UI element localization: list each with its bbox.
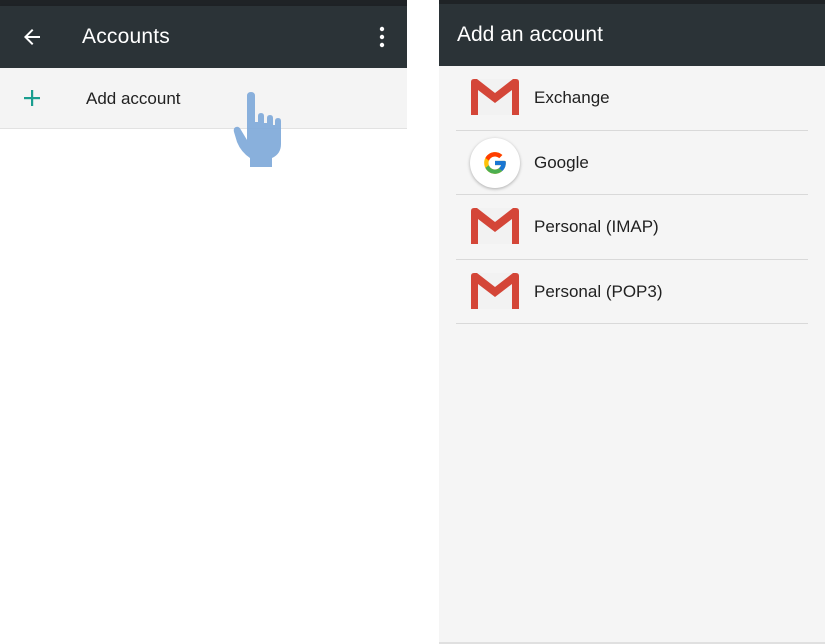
divider-gap [407, 0, 439, 644]
account-option-google[interactable]: Google [456, 131, 808, 195]
gmail-icon [470, 206, 520, 246]
dialog-title: Add an account [457, 23, 603, 46]
more-vert-icon[interactable] [373, 26, 391, 48]
account-option-pop3[interactable]: Personal (POP3) [456, 260, 808, 324]
tap-hand-icon [232, 92, 286, 168]
add-account-label: Add account [86, 89, 181, 108]
account-option-exchange[interactable]: Exchange [456, 66, 808, 131]
app-bar: Accounts [0, 6, 407, 68]
page-title: Accounts [82, 25, 170, 48]
stage: Accounts Add account Add an account Exch… [0, 0, 825, 644]
account-option-imap[interactable]: Personal (IMAP) [456, 195, 808, 260]
account-option-label: Personal (POP3) [534, 281, 663, 301]
dialog-header: Add an account [439, 4, 825, 66]
arrow-back-icon[interactable] [20, 25, 44, 49]
accounts-screen: Accounts Add account [0, 0, 407, 644]
google-g-icon [470, 137, 520, 188]
add-account-dialog: Add an account Exchange Google Personal … [439, 0, 825, 644]
gmail-icon [470, 77, 520, 117]
gmail-icon [470, 271, 520, 311]
plus-icon [22, 88, 42, 108]
account-option-label: Google [534, 152, 589, 172]
account-option-label: Exchange [534, 88, 610, 107]
account-type-list: Exchange Google Personal (IMAP) Personal… [456, 66, 808, 324]
add-account-row[interactable]: Add account [0, 68, 407, 129]
account-option-label: Personal (IMAP) [534, 217, 659, 236]
